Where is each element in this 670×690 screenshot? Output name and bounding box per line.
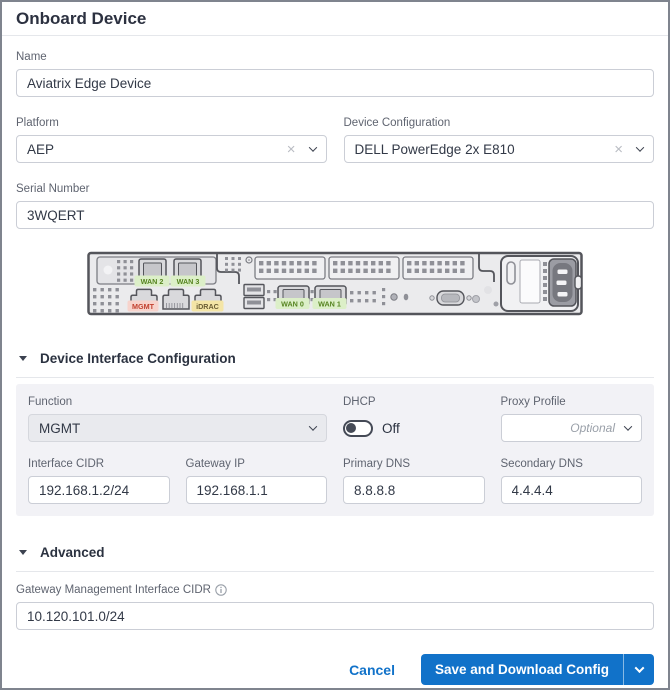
function-label: Function	[28, 396, 327, 408]
interface-cidr-label: Interface CIDR	[28, 458, 170, 470]
page-title: Onboard Device	[16, 9, 654, 29]
serial-number-input[interactable]	[16, 201, 654, 229]
collapse-arrow-icon	[19, 356, 27, 361]
device-configuration-select[interactable]: DELL PowerEdge 2x E810 ×	[344, 135, 655, 163]
chevron-down-icon	[624, 422, 632, 430]
secondary-dns-label: Secondary DNS	[501, 458, 643, 470]
info-icon[interactable]	[215, 584, 227, 596]
chevron-down-icon	[636, 143, 644, 151]
section-advanced[interactable]: Advanced	[16, 545, 654, 572]
interface-cidr-input[interactable]	[28, 476, 170, 504]
primary-dns-input[interactable]	[343, 476, 485, 504]
serial-number-label: Serial Number	[16, 183, 654, 195]
primary-dns-label: Primary DNS	[343, 458, 485, 470]
platform-select[interactable]: AEP ×	[16, 135, 327, 163]
section-device-interface-configuration[interactable]: Device Interface Configuration	[16, 351, 654, 378]
save-and-download-config-button[interactable]: Save and Download Config	[421, 654, 623, 685]
cancel-button[interactable]: Cancel	[349, 662, 395, 678]
proxy-profile-placeholder: Optional	[512, 421, 616, 435]
platform-label: Platform	[16, 117, 327, 129]
name-label: Name	[16, 51, 654, 63]
secondary-dns-input[interactable]	[501, 476, 643, 504]
gateway-mgmt-cidr-input[interactable]	[16, 602, 654, 630]
mgmt-port-label: MGMT	[132, 302, 155, 311]
gateway-ip-input[interactable]	[186, 476, 328, 504]
gateway-ip-label: Gateway IP	[186, 458, 328, 470]
gateway-mgmt-cidr-label: Gateway Management Interface CIDR	[16, 584, 211, 596]
device-configuration-label: Device Configuration	[344, 117, 655, 129]
clear-icon[interactable]: ×	[614, 142, 623, 157]
dhcp-toggle-state: Off	[382, 421, 400, 436]
device-configuration-select-value: DELL PowerEdge 2x E810	[355, 142, 615, 157]
dhcp-label: DHCP	[343, 396, 485, 408]
interface-config-panel: Function MGMT DHCP Off Proxy Profile	[16, 384, 654, 516]
section-title: Device Interface Configuration	[40, 351, 236, 366]
function-select-value: MGMT	[39, 421, 310, 436]
save-options-dropdown-button[interactable]	[623, 654, 654, 685]
section-title: Advanced	[40, 545, 105, 560]
chevron-down-icon	[634, 663, 644, 673]
toggle-knob	[346, 423, 356, 433]
device-rear-image: WAN 2 WAN 3 MGMT iDRAC	[87, 251, 583, 322]
chevron-down-icon	[308, 143, 316, 151]
function-select[interactable]: MGMT	[28, 414, 327, 442]
collapse-arrow-icon	[19, 550, 27, 555]
proxy-profile-label: Proxy Profile	[501, 396, 643, 408]
wan0-port-label: WAN 0	[281, 300, 304, 309]
server-rear-svg: WAN 2 WAN 3 MGMT iDRAC	[87, 251, 583, 317]
wan3-port-label: WAN 3	[177, 277, 200, 286]
clear-icon[interactable]: ×	[287, 142, 296, 157]
idrac-port-label: iDRAC	[196, 302, 219, 311]
wan2-port-label: WAN 2	[141, 277, 164, 286]
dhcp-toggle[interactable]	[343, 420, 373, 437]
proxy-profile-select[interactable]: Optional	[501, 414, 643, 442]
platform-select-value: AEP	[27, 142, 287, 157]
dialog-header: Onboard Device	[2, 2, 668, 36]
onboard-device-dialog: Onboard Device Name Platform AEP × Devic…	[0, 0, 670, 690]
wan1-port-label: WAN 1	[318, 300, 341, 309]
chevron-down-icon	[309, 422, 317, 430]
name-input[interactable]	[16, 69, 654, 97]
